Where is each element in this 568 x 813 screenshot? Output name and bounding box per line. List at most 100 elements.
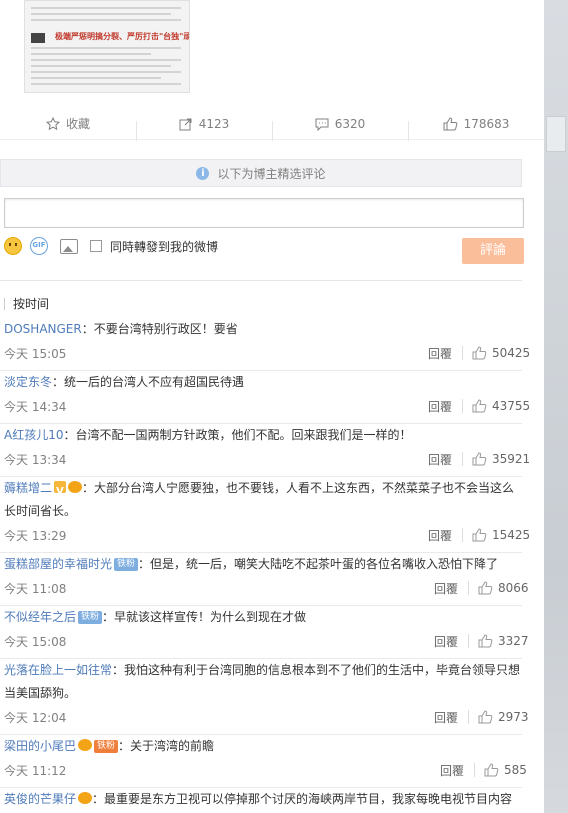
meta-divider (462, 452, 463, 466)
comment-text: 光落在脸上一如往常：我怕这种有利于台湾同胞的信息根本到不了他们的生活中，毕竟台领… (4, 659, 522, 682)
comment-time: 今天 12:04 (4, 710, 67, 725)
comment-body-continued: 长时间省长。 (4, 504, 77, 518)
comment-body: ：大部分台湾人宁愿要独，也不要钱，人看不上这东西，不然菜菜子也不会当这么 (82, 481, 515, 495)
comment-text: 蛋糕部屋的幸福时光 铁粉 ：但是，统一后，嘲笑大陆吃不起茶叶蛋的各位名嘴收入恐怕下降… (4, 553, 522, 576)
comment-meta: 今天 11:08 回覆 8066 (4, 576, 529, 600)
comment-meta: 今天 12:04 回覆 2973 (4, 705, 529, 729)
comment-username[interactable]: 蛋糕部屋的幸福时光 (4, 557, 112, 571)
comment-meta: 今天 15:08 回覆 3327 (4, 629, 529, 653)
comment-time: 今天 13:34 (4, 452, 67, 467)
reply-button[interactable]: 回覆 (428, 398, 452, 415)
reply-button[interactable]: 回覆 (428, 345, 452, 362)
comment-icon (315, 118, 329, 131)
favorite-button[interactable]: 收藏 (0, 115, 136, 132)
like-button[interactable]: 178683 (408, 116, 544, 141)
meta-divider (468, 581, 469, 595)
comment-item: A红孩儿10：台湾不配一国两制方针政策，他们不配。回来跟我们是一样的！ 今天 13… (4, 424, 530, 471)
thumbs-up-icon (478, 581, 493, 595)
repost-checkbox[interactable] (90, 240, 102, 252)
comment-body: ：不要台湾特别行政区！要省 (81, 322, 238, 336)
comment-username[interactable]: DOSHANGER (4, 322, 82, 336)
submit-comment-button[interactable]: 評論 (462, 238, 524, 264)
meta-divider (462, 399, 463, 413)
comment-text: 梁田的小尾巴 铁粉 ：关于湾湾的前瞻 (4, 735, 522, 758)
member-crown-icon (78, 739, 93, 751)
comment-like-button[interactable]: 50425 (472, 346, 530, 360)
comment-body: ：统一后的台湾人不应有超国民待遇 (52, 375, 245, 389)
comment-like-button[interactable]: 15425 (472, 528, 530, 542)
comment-like-count: 3327 (498, 634, 529, 648)
emoji-icon[interactable] (4, 237, 22, 255)
comment-text: 薅糕增二 ：大部分台湾人宁愿要独，也不要钱，人看不上这东西，不然菜菜子也不会当这么 (4, 477, 522, 503)
repost-icon (179, 118, 192, 130)
comment-time: 今天 15:08 (4, 634, 67, 649)
fan-badge: 铁粉 (78, 611, 103, 624)
favorite-label: 收藏 (65, 117, 90, 131)
thumb-text-line (31, 83, 181, 85)
right-sidebar-edge (544, 0, 568, 813)
repost-button[interactable]: 4123 (136, 116, 272, 141)
comment-like-button[interactable]: 585 (484, 763, 527, 777)
verified-icon (54, 480, 67, 503)
comment-like-button[interactable]: 3327 (478, 634, 529, 648)
member-crown-icon (78, 792, 93, 804)
comment-username[interactable]: 光落在脸上一如往常 (4, 663, 112, 677)
comment-username[interactable]: 薅糕增二 (4, 481, 52, 495)
reply-button[interactable]: 回覆 (428, 451, 452, 468)
thumbs-up-icon (472, 399, 487, 413)
like-count: 178683 (463, 116, 510, 131)
thumb-text-line (31, 59, 181, 61)
thumbs-up-icon (472, 528, 487, 542)
comment-username[interactable]: A红孩儿10 (4, 428, 63, 442)
meta-divider (474, 763, 475, 777)
reply-button[interactable]: 回覆 (434, 709, 458, 726)
comment-like-button[interactable]: 43755 (472, 399, 530, 413)
meta-divider (462, 528, 463, 542)
comment-like-count: 585 (504, 763, 527, 777)
comment-like-button[interactable]: 2973 (478, 710, 529, 724)
meta-divider (468, 710, 469, 724)
comment-body: ：我怕这种有利于台湾同胞的信息根本到不了他们的生活中，毕竟台领导只想 (112, 663, 521, 677)
comment-like-button[interactable]: 35921 (472, 452, 530, 466)
comment-like-count: 8066 (498, 581, 529, 595)
comment-username[interactable]: 梁田的小尾巴 (4, 739, 76, 753)
meta-divider (462, 346, 463, 360)
star-icon (45, 116, 60, 130)
reply-button[interactable]: 回覆 (440, 762, 464, 779)
comment-time: 今天 14:34 (4, 399, 67, 414)
thumb-text-line (31, 71, 181, 73)
reply-button[interactable]: 回覆 (434, 580, 458, 597)
comment-like-count: 35921 (492, 452, 531, 466)
post-image-thumbnail[interactable]: 极端严惩明搞分裂、严厉打击"台独"顽固分子 (24, 0, 190, 93)
repost-checkbox-label[interactable]: 同時轉發到我的微博 (110, 238, 218, 255)
post-action-bar: 收藏 4123 6320 178683 (0, 108, 544, 141)
thumb-text-line (31, 53, 151, 55)
comment-username[interactable]: 英俊的芒果仔 (4, 792, 76, 806)
reply-button[interactable]: 回覆 (428, 527, 452, 544)
comment-count: 6320 (334, 116, 366, 131)
comment-item: 不似经年之后 铁粉 ：早就该这样宣传！为什么到现在才做今天 15:08 回覆 3327 (4, 606, 529, 653)
comment-body: ：早就该这样宣传！为什么到现在才做 (102, 610, 307, 624)
comment-input[interactable] (4, 198, 524, 228)
gif-icon[interactable]: GIF (30, 237, 48, 255)
thumb-mark (31, 33, 45, 43)
image-icon[interactable] (60, 238, 78, 254)
sort-label[interactable]: 按时间 (13, 295, 49, 312)
comment-like-button[interactable]: 8066 (478, 581, 529, 595)
comment-button[interactable]: 6320 (272, 116, 408, 141)
sort-control[interactable]: 按时间 (4, 295, 49, 312)
comment-text: 淡定东冬：统一后的台湾人不应有超国民待遇 (4, 371, 522, 394)
sidebar-widget (546, 116, 566, 152)
reply-button[interactable]: 回覆 (434, 633, 458, 650)
thumbs-up-icon (478, 634, 493, 648)
comment-username[interactable]: 不似经年之后 (4, 610, 76, 624)
thumb-text-line (31, 19, 181, 21)
info-icon: i (196, 166, 210, 180)
comment-username[interactable]: 淡定东冬 (4, 375, 52, 389)
comment-like-count: 15425 (492, 528, 531, 542)
comment-item: 淡定东冬：统一后的台湾人不应有超国民待遇今天 14:34 回覆 43755 (4, 371, 530, 418)
comment-meta: 今天 14:34 回覆 43755 (4, 394, 530, 418)
repost-count: 4123 (198, 116, 230, 131)
comment-time: 今天 13:29 (4, 528, 67, 543)
comment-meta: 今天 15:05 回覆 50425 (4, 341, 530, 365)
